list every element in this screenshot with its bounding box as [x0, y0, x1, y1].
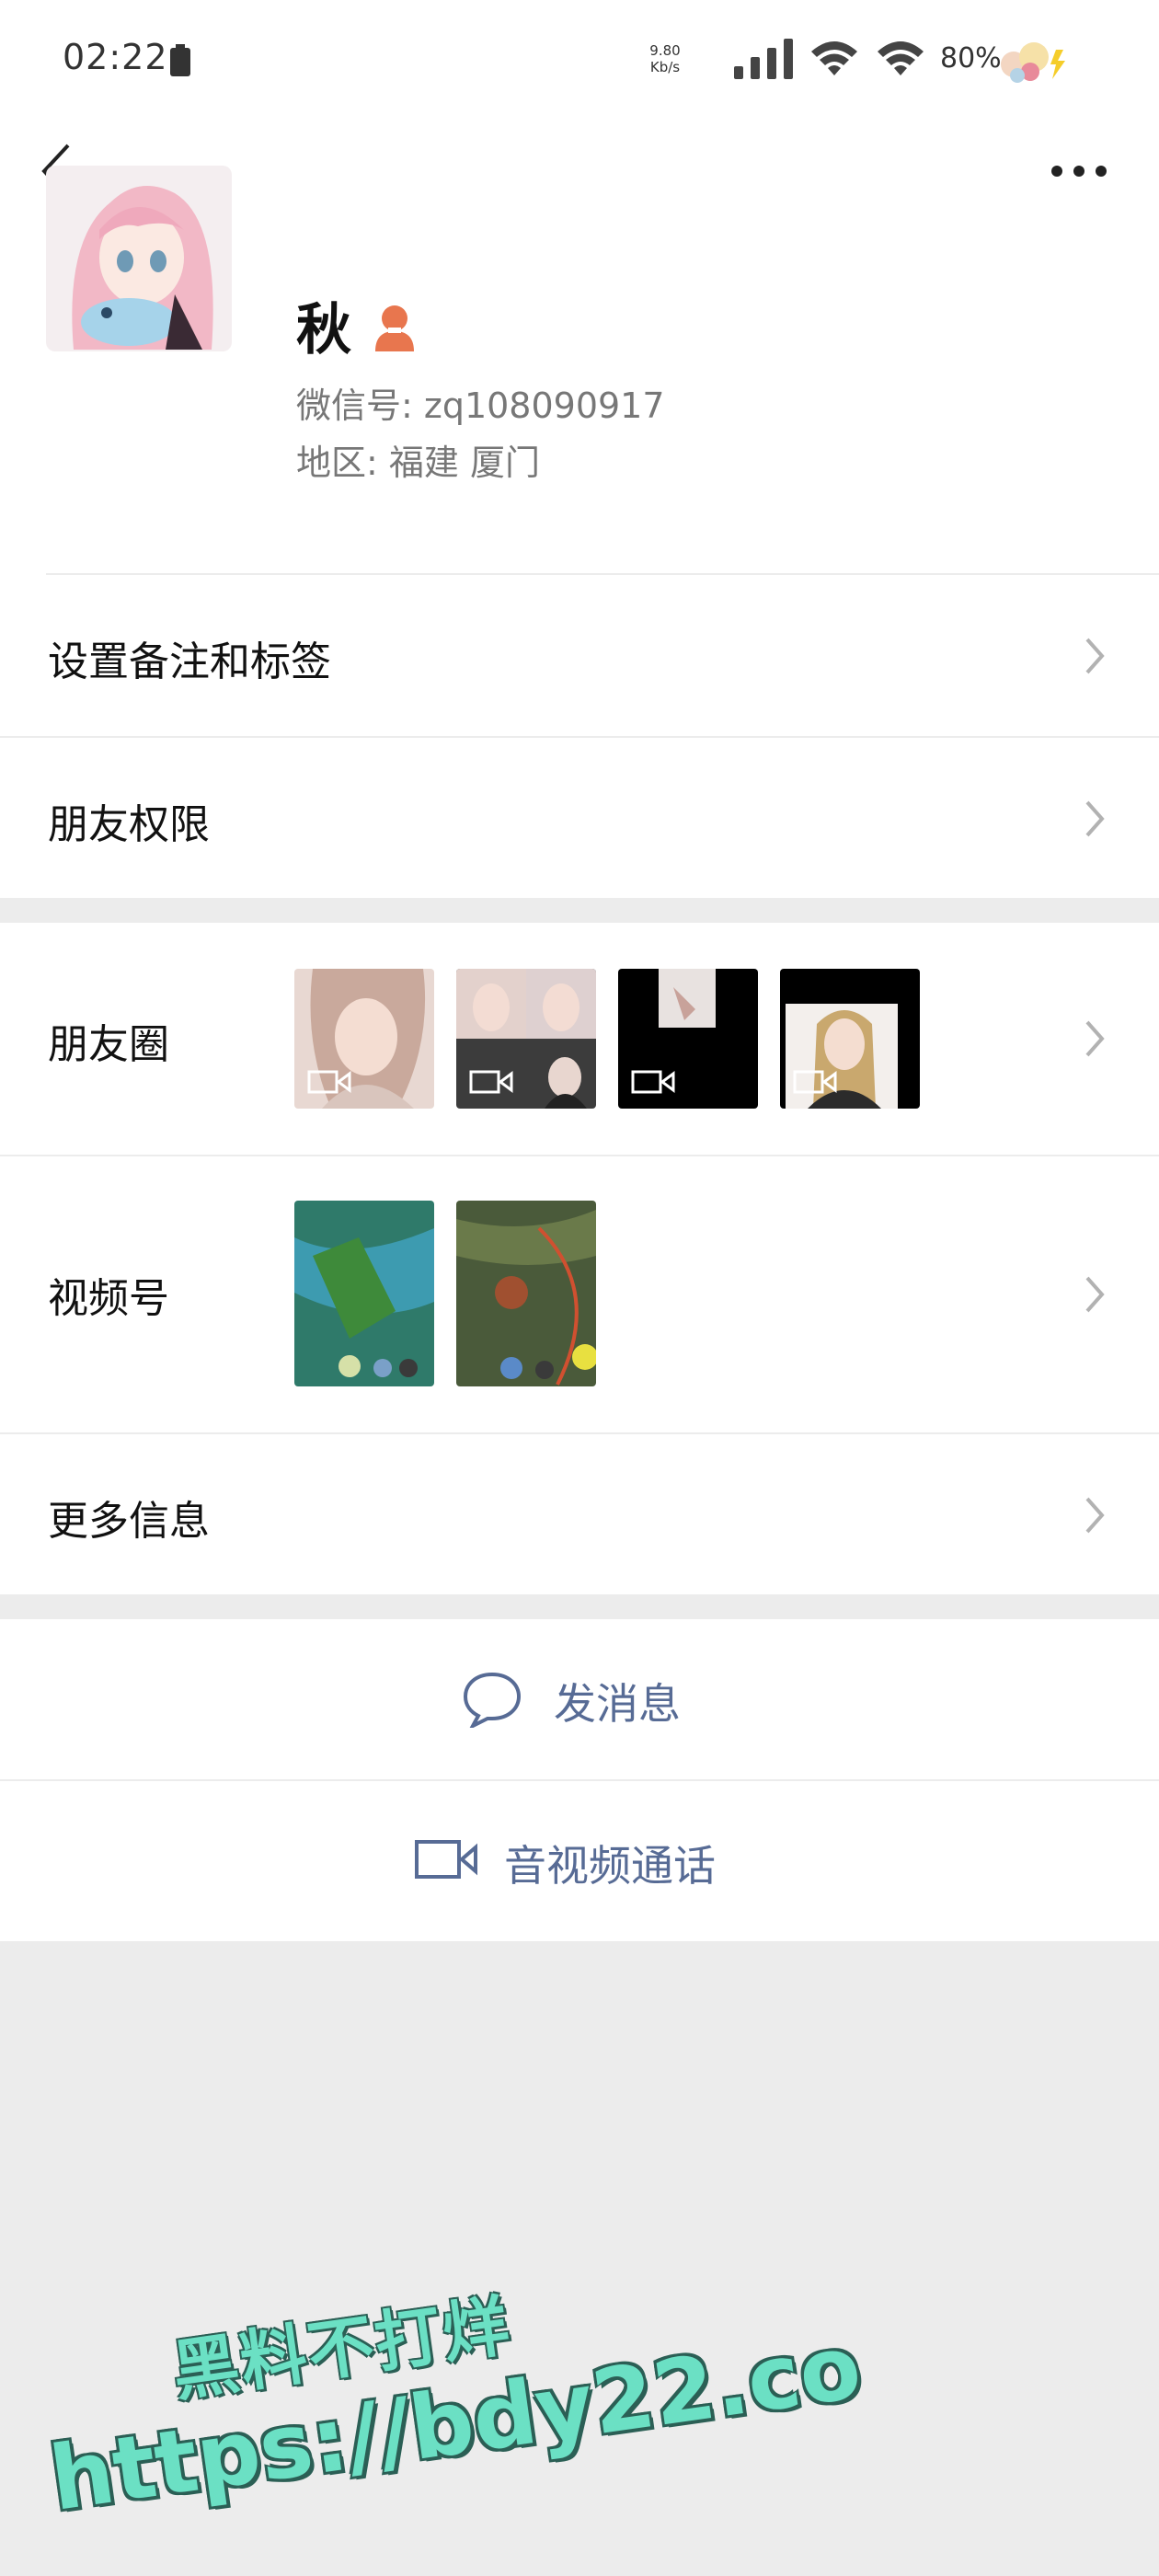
battery-saver-icon [170, 44, 190, 76]
video-call-button[interactable]: 音视频通话 [0, 1781, 1159, 1941]
row-moments[interactable]: 朋友圈 [0, 923, 1159, 1155]
video-camera-icon [415, 1840, 477, 1879]
row-label-channels: 视频号 [48, 1275, 169, 1322]
wifi-icon-2 [878, 41, 924, 75]
net-speed-value: 9.80 [649, 42, 681, 59]
chevron-right-icon [1085, 1497, 1105, 1534]
chat-bubble-icon [463, 1672, 522, 1728]
channels-thumb-2[interactable] [456, 1201, 596, 1386]
moments-thumb-3[interactable] [618, 969, 758, 1109]
avatar[interactable] [46, 166, 232, 351]
female-icon [375, 305, 414, 351]
battery-percent: 80% [940, 42, 1002, 75]
status-time: 02:22 [63, 37, 168, 77]
chevron-right-icon [1085, 800, 1105, 837]
channels-video [456, 1201, 596, 1386]
net-speed: 9.80 Kb/s [648, 42, 682, 75]
moments-thumb-2[interactable] [456, 969, 596, 1109]
row-label-friend-permissions: 朋友权限 [48, 801, 210, 848]
region: 地区: 福建 厦门 [296, 443, 540, 483]
cell-signal-icon [734, 39, 793, 79]
video-camera-icon [307, 1070, 351, 1094]
channels-thumb-1[interactable] [294, 1201, 434, 1386]
status-bar: 02:22 9.80 Kb/s 80% [0, 0, 1159, 120]
row-label-remark-tags: 设置备注和标签 [48, 638, 331, 685]
chevron-right-icon [1085, 638, 1105, 674]
profile-name: 秋 [296, 298, 351, 362]
video-camera-icon [469, 1070, 513, 1094]
video-call-label: 音视频通话 [504, 1841, 716, 1891]
chevron-right-icon [1085, 1276, 1105, 1313]
moments-thumb-4[interactable] [780, 969, 920, 1109]
wifi-icon [811, 41, 857, 75]
more-dots-icon[interactable] [1049, 156, 1109, 186]
row-more-info[interactable]: 更多信息 [0, 1434, 1159, 1594]
row-label-moments: 朋友圈 [48, 1021, 169, 1068]
video-camera-icon [793, 1070, 837, 1094]
row-label-more-info: 更多信息 [48, 1498, 210, 1545]
video-camera-icon [631, 1070, 675, 1094]
moments-thumb-1[interactable] [294, 969, 434, 1109]
wechat-id: 微信号: zq108090917 [296, 385, 665, 426]
cartoon-avatar-icon [1001, 42, 1065, 83]
channels-video [294, 1201, 434, 1386]
send-message-label: 发消息 [554, 1679, 681, 1729]
row-friend-permissions[interactable]: 朋友权限 [0, 738, 1159, 898]
row-remark-tags[interactable]: 设置备注和标签 [0, 575, 1159, 736]
row-channels[interactable]: 视频号 [0, 1156, 1159, 1432]
chevron-right-icon [1085, 1020, 1105, 1057]
send-message-button[interactable]: 发消息 [0, 1619, 1159, 1779]
net-speed-unit: Kb/s [649, 59, 681, 75]
